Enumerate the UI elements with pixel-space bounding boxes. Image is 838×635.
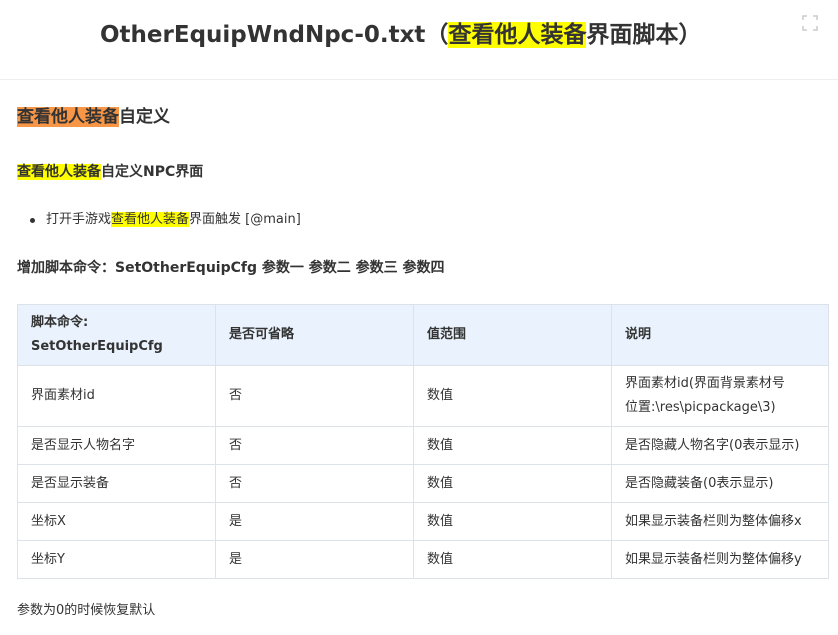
table-row: 是否显示装备 否 数值 是否隐藏装备(0表示显示) [17,464,829,503]
cell-optional: 是 [215,540,414,579]
cell-param-name: 是否显示装备 [17,464,216,503]
cell-optional: 是 [215,502,414,541]
subheading-highlight: 查看他人装备 [17,164,101,180]
cell-description: 如果显示装备栏则为整体偏移x [611,502,829,541]
cell-optional: 否 [215,426,414,465]
cell-description: 界面素材id(界面背景素材号 位置:\res\picpackage\3) [611,365,829,427]
section-subheading: 查看他人装备自定义NPC界面 [17,162,203,182]
bullet-suffix: 界面触发 [@main] [189,212,301,227]
cell-param-name: 坐标X [17,502,216,541]
cell-optional: 否 [215,365,414,427]
column-header-optional: 是否可省略 [215,304,414,366]
table-row: 界面素材id 否 数值 界面素材id(界面背景素材号 位置:\res\picpac… [17,365,829,427]
command-line: 增加脚本命令：SetOtherEquipCfg 参数一 参数二 参数三 参数四 [17,260,445,276]
cell-description: 如果显示装备栏则为整体偏移y [611,540,829,579]
bullet-prefix: 打开手游戏 [46,212,112,227]
parameter-table: 脚本命令: SetOtherEquipCfg 是否可省略 值范围 说明 界面素材i… [17,304,829,579]
cell-description: 是否隐藏人物名字(0表示显示) [611,426,829,465]
cell-optional: 否 [215,464,414,503]
bullet-list: 打开手游戏查看他人装备界面触发 [@main] [17,210,301,230]
section-heading: 查看他人装备自定义 [17,105,170,129]
table-row: 坐标X 是 数值 如果显示装备栏则为整体偏移x [17,502,829,541]
table-row: 是否显示人物名字 否 数值 是否隐藏人物名字(0表示显示) [17,426,829,465]
table-row: 坐标Y 是 数值 如果显示装备栏则为整体偏移y [17,540,829,579]
header-command-name: SetOtherEquipCfg [31,339,163,354]
cell-param-name: 是否显示人物名字 [17,426,216,465]
subheading-rest: 自定义NPC界面 [101,164,204,180]
cell-description: 是否隐藏装备(0表示显示) [611,464,829,503]
footer-note: 参数为0的时候恢复默认 [17,603,156,618]
cell-param-name: 界面素材id [17,365,216,427]
table-header-row: 脚本命令: SetOtherEquipCfg 是否可省略 值范围 说明 [17,304,829,366]
description-line: 界面素材id(界面背景素材号 [625,376,785,391]
cell-range: 数值 [413,502,612,541]
title-suffix: 界面脚本） [586,22,702,48]
bullet-highlight: 查看他人装备 [111,212,190,227]
title-highlight: 查看他人装备 [448,22,587,48]
description-line: 位置:\res\picpackage\3) [625,400,776,415]
column-header-description: 说明 [611,304,829,366]
cell-param-name: 坐标Y [17,540,216,579]
expand-icon[interactable] [802,15,818,31]
heading-highlight: 查看他人装备 [17,107,119,127]
cell-range: 数值 [413,464,612,503]
page-title: OtherEquipWndNpc-0.txt（查看他人装备界面脚本） [100,18,701,52]
column-header-range: 值范围 [413,304,612,366]
heading-rest: 自定义 [119,107,170,127]
list-item: 打开手游戏查看他人装备界面触发 [@main] [17,210,301,230]
header-command-label: 脚本命令: [31,315,89,330]
title-prefix: OtherEquipWndNpc-0.txt（ [100,22,449,48]
cell-range: 数值 [413,426,612,465]
cell-range: 数值 [413,540,612,579]
cell-range: 数值 [413,365,612,427]
column-header-command: 脚本命令: SetOtherEquipCfg [17,304,216,366]
bullet-dot [30,218,35,223]
page-header: OtherEquipWndNpc-0.txt（查看他人装备界面脚本） [0,0,838,80]
